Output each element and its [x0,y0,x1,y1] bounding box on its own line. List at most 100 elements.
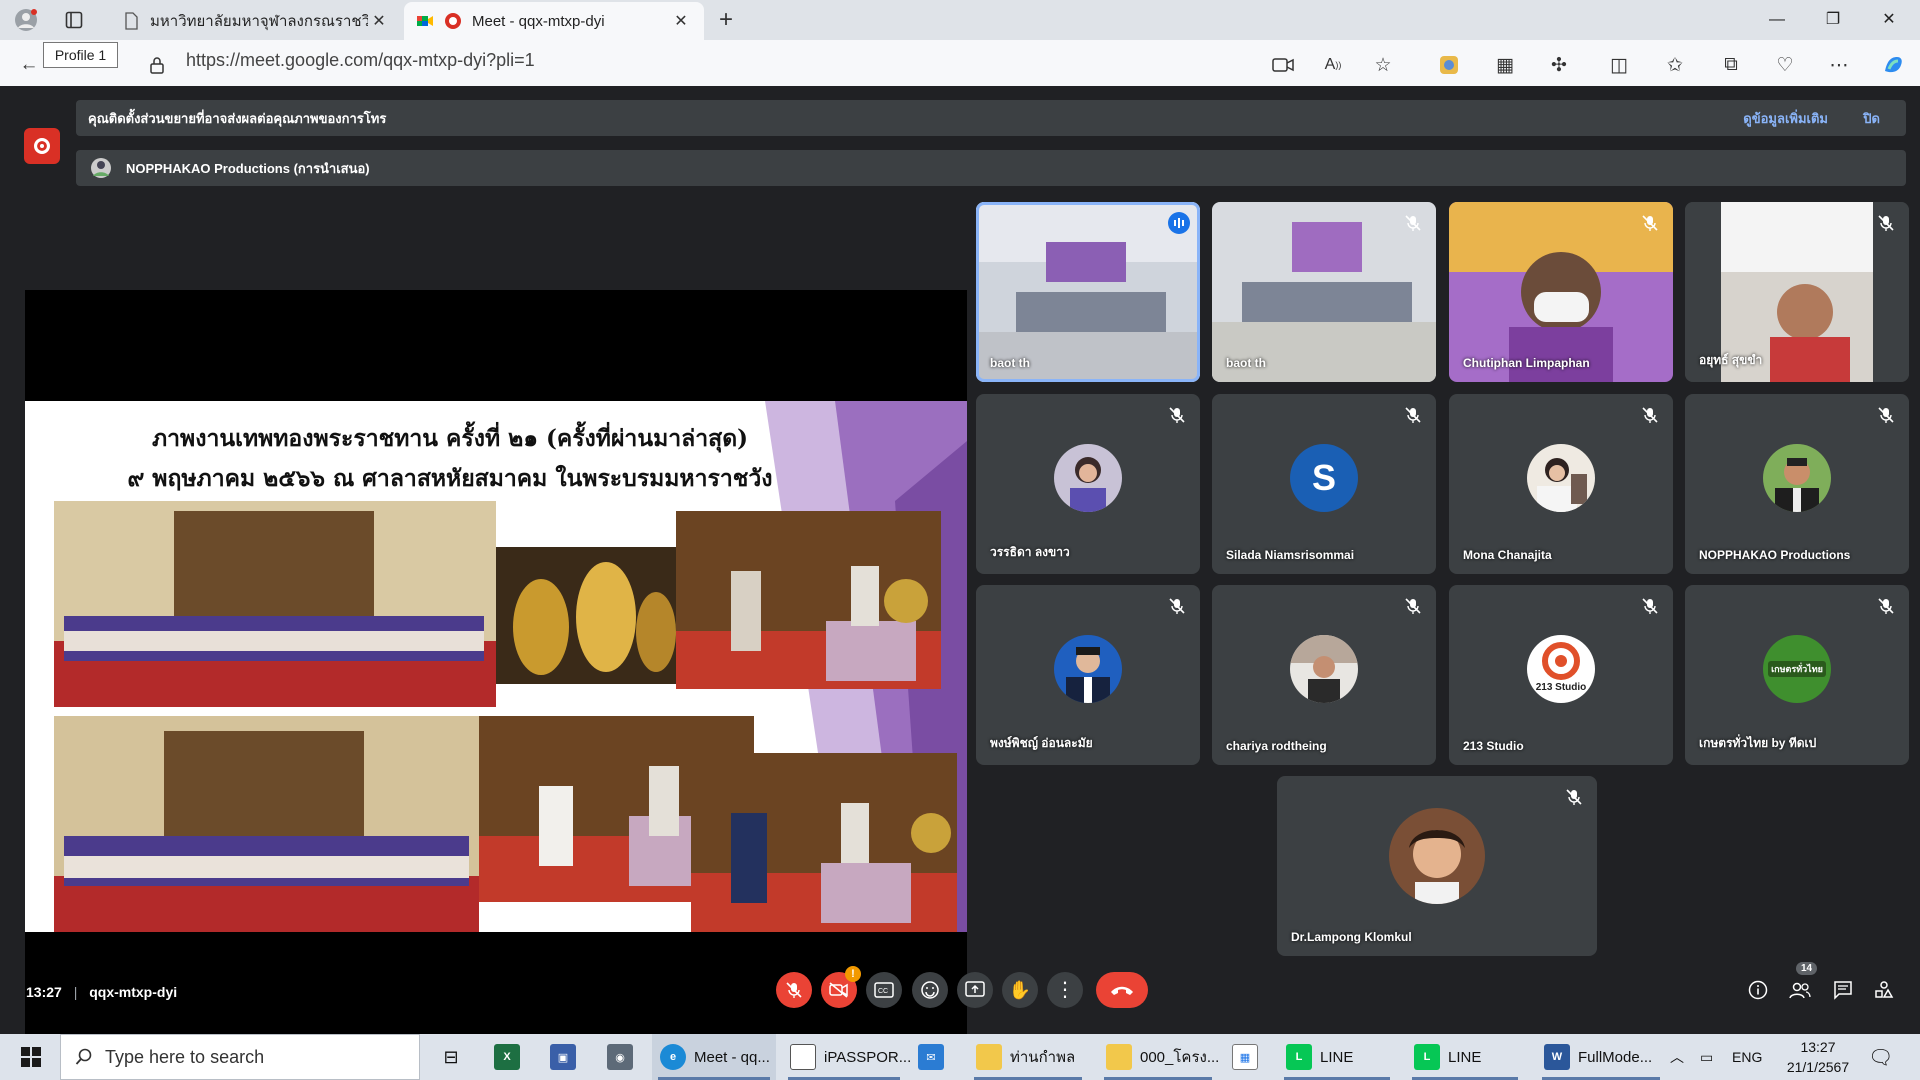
tab-actions-icon[interactable] [60,6,88,34]
participant-tile[interactable]: baot th [1212,202,1436,382]
participant-video [1212,202,1436,382]
emoji-icon [921,981,939,999]
mic-off-icon [786,982,802,998]
collections-icon[interactable]: ⧉ [1718,52,1744,78]
close-tab-icon[interactable]: ✕ [670,11,692,31]
taskbar-app-folder-1[interactable]: ท่านกำพล [968,1034,1088,1080]
participant-name: baot th [990,356,1030,370]
favorite-star-icon[interactable]: ☆ [1370,52,1396,78]
lock-icon[interactable] [144,52,170,78]
participant-tile[interactable]: S Silada Niamsrisommai [1212,394,1436,574]
avatar-letter: S [1311,457,1336,498]
browser-essentials-icon[interactable]: ♡ [1772,52,1798,78]
dismiss-button[interactable]: ปิด [1863,108,1880,129]
raise-hand-button[interactable]: ✋ [1002,972,1038,1008]
taskbar-search-box[interactable]: Type here to search [60,1034,420,1080]
participant-avatar [1527,444,1595,512]
activities-icon[interactable] [1872,978,1896,1002]
taskbar-app-line-2[interactable]: L LINE [1406,1034,1524,1080]
camera-toggle-button[interactable]: ! [821,966,861,1008]
split-screen-icon[interactable]: ◫ [1606,52,1632,78]
people-icon[interactable]: 14 [1788,962,1818,1002]
presenter-avatar [91,158,111,178]
battery-icon[interactable]: ▭ [1700,1034,1713,1080]
participant-name: วรรธิดา ลงขาว [990,545,1070,559]
participant-name: chariya rodtheing [1226,739,1327,753]
tab-university[interactable]: มหาวิทยาลัยมหาจุฬาลงกรณราชวิทยาลัย ✕ [110,2,402,40]
tab-meet[interactable]: Meet - qqx-mtxp-dyi ✕ [404,2,704,40]
back-icon[interactable]: ← [16,52,42,78]
camera-icon[interactable] [1270,52,1296,78]
learn-more-link[interactable]: ดูข้อมูลเพิ่มเติม [1743,108,1828,129]
new-tab-icon[interactable]: + [712,6,740,34]
participant-avatar [1290,635,1358,703]
extensions-puzzle-icon[interactable]: ✣ [1546,52,1572,78]
chat-icon[interactable] [1831,978,1855,1002]
participant-tile[interactable]: อยุทธ์ สุขขำ [1685,202,1909,382]
taskbar-app-label: LINE [1320,1048,1354,1066]
mic-off-icon [1878,215,1894,231]
hang-up-icon [1111,986,1133,995]
taskbar-app-folder-2[interactable]: 000_โครง... [1098,1034,1219,1080]
grid-icon[interactable]: ▦ [1492,52,1518,78]
tray-chevron-icon[interactable]: ︿ [1670,1034,1684,1080]
taskbar-app-ipassport[interactable]: iPASSPOR... [782,1034,911,1080]
participant-avatar [1054,444,1122,512]
presentation-view: ภาพงานเทพทองพระราชทาน ครั้งที่ ๒๑ (ครั้ง… [25,290,967,1042]
taskbar-app-word[interactable]: W FullMode... [1536,1034,1666,1080]
more-options-icon[interactable]: ⋯ [1826,52,1852,78]
close-tab-icon[interactable]: ✕ [368,11,390,31]
recording-indicator[interactable] [24,128,60,164]
participant-name: เกษตรทั่วไทย by ทีดเป [1699,736,1817,750]
participant-tile[interactable]: พงษ์พิชญ์ อ่อนละมัย [976,585,1200,765]
presenter-name: NOPPHAKAO Productions (การนำเสนอ) [126,160,370,176]
minimize-icon[interactable]: — [1754,6,1800,34]
app-window-icon[interactable]: ▣ [550,1034,576,1080]
extension-shield-icon[interactable] [1436,52,1462,78]
participant-tile[interactable]: Mona Chanajita [1449,394,1673,574]
meeting-details-icon[interactable] [1746,978,1770,1002]
mic-off-icon [1405,598,1421,614]
mail-app-icon[interactable]: ✉ [918,1034,944,1080]
taskbar-clock[interactable]: 13:27 21/1/2567 [1775,1034,1861,1080]
participant-tile[interactable]: 213 Studio 213 Studio [1449,585,1673,765]
favorites-icon[interactable]: ✩ [1662,52,1688,78]
language-indicator[interactable]: ENG [1732,1034,1762,1080]
participant-tile[interactable]: เกษตรทั่วไทย เกษตรทั่วไทย by ทีดเป [1685,585,1909,765]
copilot-icon[interactable] [1880,52,1906,78]
excel-app-icon[interactable]: X [494,1034,520,1080]
taskbar-app-line-1[interactable]: L LINE [1278,1034,1396,1080]
participant-tile[interactable]: Chutiphan Limpaphan [1449,202,1673,382]
participant-tile[interactable]: baot th [976,202,1200,382]
participant-tile[interactable]: Dr.Lampong Klomkul [1277,776,1597,956]
taskbar-app-edge-meet[interactable]: e Meet - qq... [652,1034,776,1080]
camera-app-icon[interactable]: ◉ [607,1034,633,1080]
start-button[interactable] [16,1034,46,1080]
mic-toggle-button[interactable] [776,972,812,1008]
restore-icon[interactable]: ❐ [1810,6,1856,34]
participant-video [976,202,1200,382]
participant-tile[interactable]: chariya rodtheing [1212,585,1436,765]
leave-call-button[interactable] [1096,972,1148,1008]
participant-tile[interactable]: NOPPHAKAO Productions [1685,394,1909,574]
presenter-banner: NOPPHAKAO Productions (การนำเสนอ) [76,150,1906,186]
reactions-button[interactable] [912,972,948,1008]
profile-avatar-icon[interactable] [12,6,40,34]
search-placeholder: Type here to search [105,1046,265,1067]
captions-icon: CC [874,982,894,998]
present-screen-button[interactable] [957,972,993,1008]
store-app-icon[interactable]: ▦ [1232,1034,1258,1080]
url-field[interactable]: https://meet.google.com/qqx-mtxp-dyi?pli… [186,50,535,71]
participant-avatar [1763,444,1831,512]
more-options-button[interactable]: ⋮ [1047,972,1083,1008]
participant-tile[interactable]: วรรธิดา ลงขาว [976,394,1200,574]
task-view-icon[interactable]: ⊟ [436,1034,466,1080]
close-window-icon[interactable]: ✕ [1866,6,1912,34]
captions-button[interactable]: CC [866,972,902,1008]
notifications-icon[interactable]: 🗨 [1868,1034,1893,1080]
folder-icon [1106,1044,1132,1070]
participant-name: Silada Niamsrisommai [1226,548,1355,562]
speaking-indicator-icon [1168,212,1190,234]
word-icon: W [1544,1044,1570,1070]
read-aloud-icon[interactable]: A)) [1320,52,1346,78]
